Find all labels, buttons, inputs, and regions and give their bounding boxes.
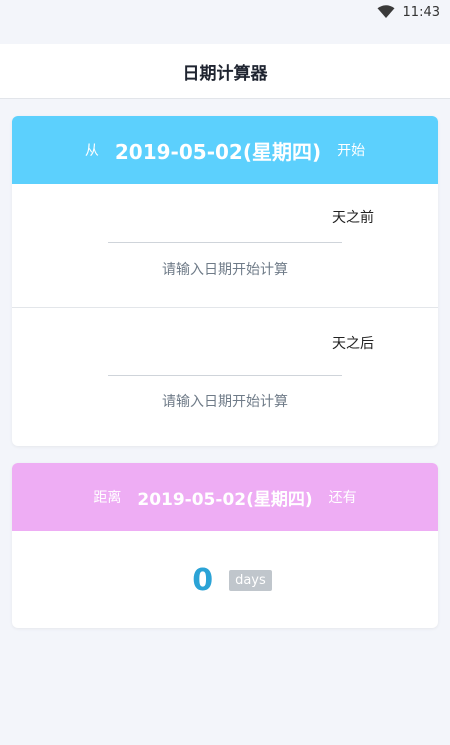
days-unit-badge: days [229,570,272,591]
start-date-header[interactable]: 从 2019-05-02(星期四) 开始 [12,116,438,184]
days-remaining-row: 0 days [12,563,438,598]
wifi-icon [377,5,395,19]
days-remaining-value: 0 [192,563,214,598]
days-before-result: 请输入日期开始计算 [162,262,288,278]
status-time: 11:43 [402,4,440,20]
date-calc-card: 从 2019-05-02(星期四) 开始 天之前 请输入日期开始计算 天之后 请… [12,116,438,446]
target-date[interactable]: 2019-05-02(星期四) [137,485,312,510]
section-divider [12,307,438,308]
days-after-input[interactable] [108,349,342,376]
target-date-header[interactable]: 距离 2019-05-02(星期四) 还有 [12,463,438,531]
start-date[interactable]: 2019-05-02(星期四) [115,136,321,165]
days-after-result: 请输入日期开始计算 [162,394,288,410]
start-suffix: 开始 [337,143,366,159]
days-before-input[interactable] [108,216,342,243]
page-title: 日期计算器 [182,63,268,84]
countdown-card: 距离 2019-05-02(星期四) 还有 0 days [12,463,438,628]
app-bar: 日期计算器 [0,44,450,99]
status-bar: 11:43 [0,0,450,24]
start-prefix: 从 [84,143,99,159]
status-right: 11:43 [377,3,440,21]
target-prefix: 距离 [93,490,122,506]
target-suffix: 还有 [328,490,357,506]
